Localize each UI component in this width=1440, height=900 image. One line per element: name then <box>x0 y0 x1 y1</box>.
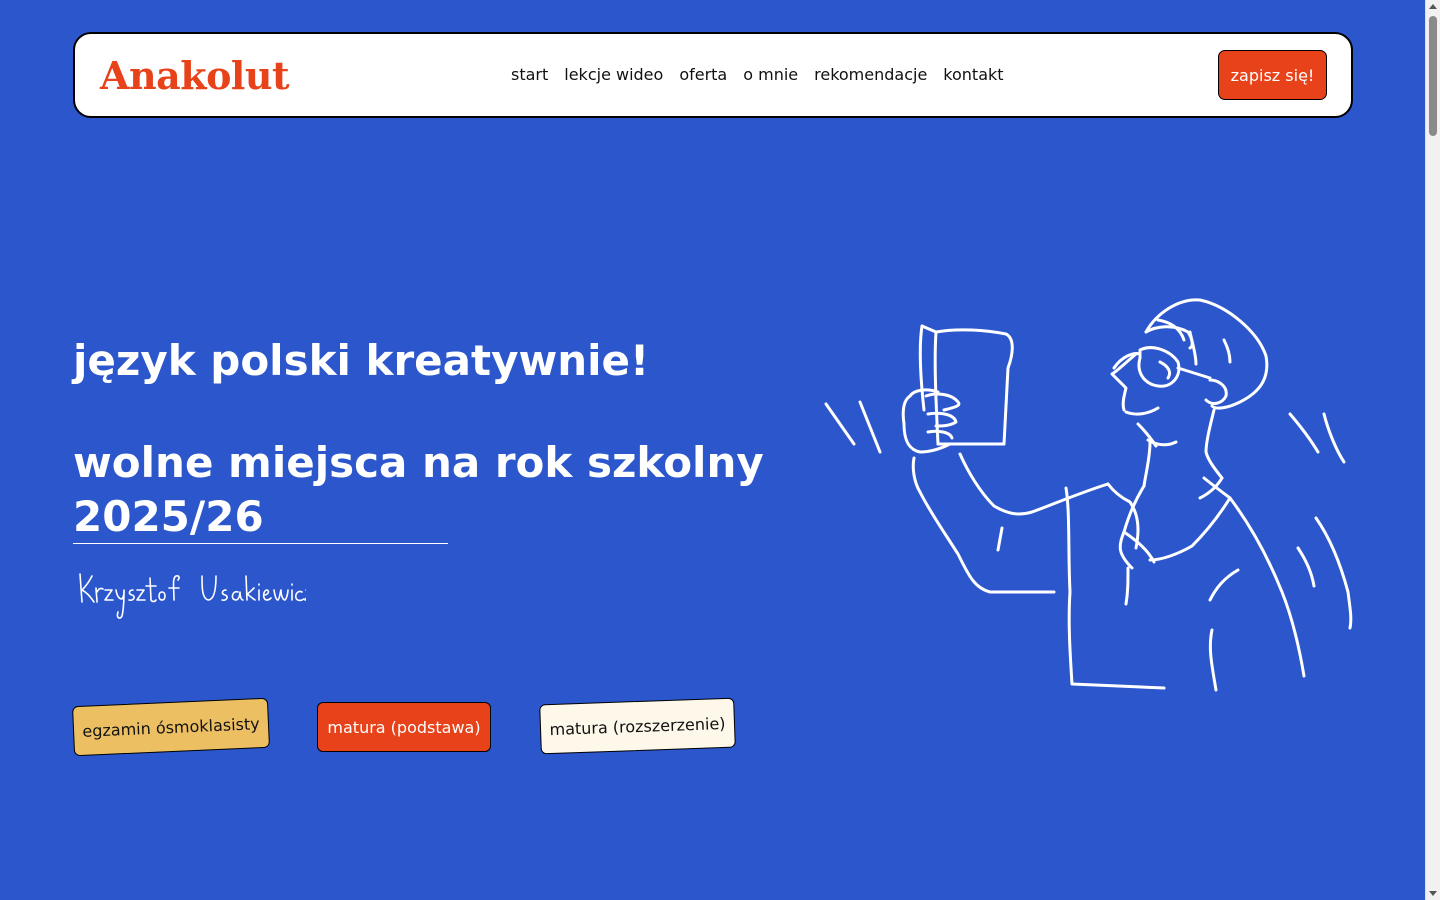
nav-item-kontakt[interactable]: kontakt <box>943 64 1003 86</box>
person-reading-book-illustration <box>818 292 1358 701</box>
site-logo[interactable]: Anakolut <box>100 52 290 100</box>
site-header: Anakolut start lekcje wideo oferta o mni… <box>73 32 1353 118</box>
page: Anakolut start lekcje wideo oferta o mni… <box>0 0 1425 900</box>
author-signature <box>76 568 314 628</box>
hero-subheadline: wolne miejsca na rok szkolny 2025/26 <box>73 438 764 541</box>
exam-grade8-button[interactable]: egzamin ósmoklasisty <box>72 697 270 757</box>
subheadline-underline <box>73 543 448 544</box>
matura-extended-button[interactable]: matura (rozszerzenie) <box>539 697 736 755</box>
matura-basic-button[interactable]: matura (podstawa) <box>317 702 491 752</box>
hero-headline: język polski kreatywnie! <box>73 336 650 385</box>
signup-button[interactable]: zapisz się! <box>1218 50 1327 100</box>
nav-item-oferta[interactable]: oferta <box>679 64 727 86</box>
nav-item-start[interactable]: start <box>511 64 548 86</box>
scroll-down-arrow-icon[interactable] <box>1429 891 1437 896</box>
nav-item-o-mnie[interactable]: o mnie <box>743 64 798 86</box>
nav-item-lekcje-wideo[interactable]: lekcje wideo <box>564 64 663 86</box>
nav-item-rekomendacje[interactable]: rekomendacje <box>814 64 927 86</box>
scrollbar-thumb[interactable] <box>1429 16 1437 136</box>
main-nav: start lekcje wideo oferta o mnie rekomen… <box>511 64 1004 86</box>
vertical-scrollbar[interactable] <box>1425 0 1440 900</box>
scroll-up-arrow-icon[interactable] <box>1429 4 1437 9</box>
